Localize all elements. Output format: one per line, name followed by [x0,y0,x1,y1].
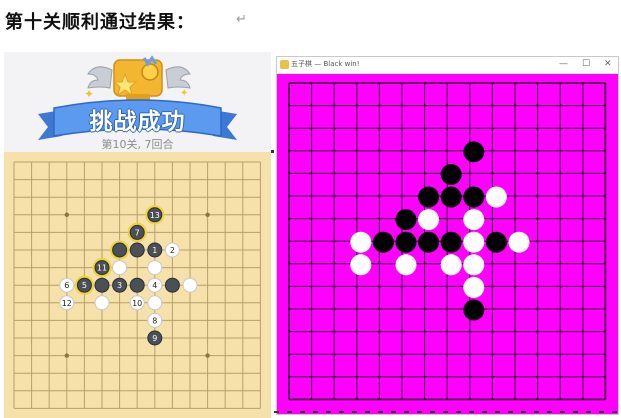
close-button[interactable]: ✕ [604,58,612,70]
paragraph-mark-icon: ↵ [236,12,247,27]
white-stone [350,254,372,276]
window-titlebar: 五子棋 — Black win! — ☐ ✕ [277,57,618,74]
star-point [64,212,69,217]
move-number-label: 5 [82,281,87,290]
black-stone [463,299,485,321]
white-stone [485,186,507,208]
black-stone [94,277,110,293]
white-stone: 4 [147,277,163,293]
trophy-icon [112,55,163,100]
move-number-label: 7 [135,228,140,237]
app-icon [280,60,289,69]
black-stone [129,242,145,258]
document-heading: 第十关顺利通过结果： [5,12,195,33]
sparkle-icon: ✦ [180,88,188,99]
game-canvas[interactable] [277,74,618,414]
white-stone [395,254,417,276]
white-stone [182,277,198,293]
black-stone [418,186,440,208]
success-screenshot: ✦ ✦ 挑战成功 第10关, 7回合 13 7 1 2 11 6 5 3 4 12 10 8 9 [4,52,271,418]
black-stone [485,231,507,253]
black-stone [440,186,462,208]
move-number-label: 6 [64,281,69,290]
window-title: 五子棋 — Black win! [291,60,360,68]
black-stone: 5 [74,275,94,295]
move-number-label: 13 [150,211,160,220]
black-stone [372,231,394,253]
white-stone [94,295,110,311]
challenge-success-text: 挑战成功 [89,109,186,135]
white-stone [463,276,485,298]
star-point [205,353,210,358]
white-stone [440,254,462,276]
black-stone [109,240,130,260]
black-stone [129,277,145,293]
black-stone: 9 [147,330,163,346]
white-stone [463,209,485,231]
black-stone [164,277,180,293]
move-number-label: 10 [132,299,142,308]
maximize-button[interactable]: ☐ [582,58,590,70]
stray-mark [271,150,274,153]
white-stone [350,231,372,253]
move-number-label: 9 [152,334,157,343]
black-stone: 13 [145,205,165,225]
success-banner: ✦ ✦ 挑战成功 第10关, 7回合 [4,52,271,152]
black-stone: 7 [127,222,147,242]
white-stone [418,209,440,231]
right-board-svg[interactable] [277,74,618,414]
white-stone [508,231,530,253]
white-stone [147,260,163,276]
black-stone [395,209,417,231]
move-number-label: 3 [117,281,122,290]
move-number-label: 2 [170,246,175,255]
black-stone [440,231,462,253]
game-window-screenshot: 五子棋 — Black win! — ☐ ✕ [276,56,619,415]
white-stone [147,295,163,311]
sparkle-icon: ✦ [84,87,94,101]
star-point [205,212,210,217]
star-point [64,353,69,358]
white-stone: 6 [59,277,75,293]
black-stone [463,141,485,163]
move-number-label: 1 [152,246,157,255]
minimize-button[interactable]: — [559,58,568,70]
move-number-label: 8 [152,316,157,325]
left-wing-icon [87,66,113,89]
black-stone: 3 [112,277,128,293]
black-stone [440,163,462,185]
white-stone [463,254,485,276]
black-stone: 1 [147,242,163,258]
white-stone: 8 [147,312,163,328]
white-stone: 12 [59,295,75,311]
bottom-dashed-edge [274,411,619,413]
black-stone [395,231,417,253]
white-stone: 2 [164,242,180,258]
white-stone: 10 [129,295,145,311]
white-stone [463,231,485,253]
left-board-svg[interactable]: 1371 2116 5 3 412 1089 [4,152,271,418]
gomoku-board-left[interactable]: 13 7 1 2 11 6 5 3 4 12 10 8 9 [4,152,271,418]
right-wing-icon [165,66,191,89]
white-stone [112,260,128,276]
move-number-label: 11 [97,264,107,273]
move-number-label: 12 [62,299,72,308]
level-round-text: 第10关, 7回合 [101,138,174,151]
move-number-label: 4 [152,281,157,290]
black-stone: 11 [92,257,112,278]
black-stone [418,231,440,253]
black-stone [463,186,485,208]
